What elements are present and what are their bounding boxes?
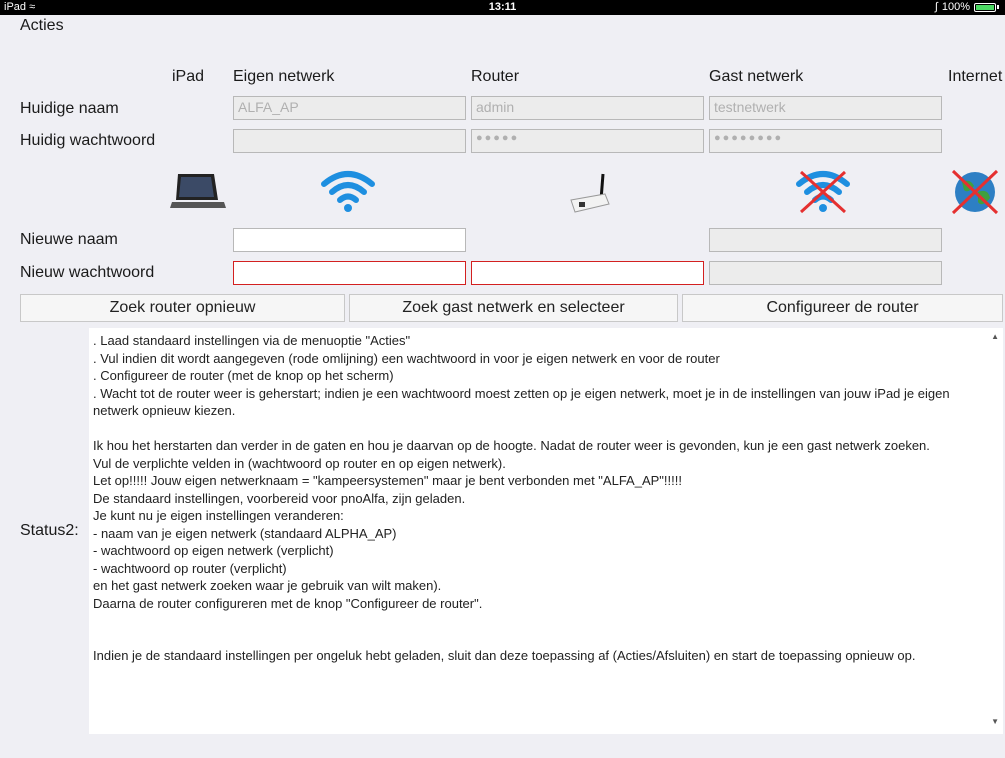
status-line: . Laad standaard instellingen via de men…	[93, 333, 411, 348]
router-wachtwoord-field[interactable]: ●●●●●	[471, 129, 704, 153]
bluetooth-icon: ∫	[934, 1, 938, 13]
gast-netwerk-naam-field[interactable]: testnetwerk	[709, 96, 942, 120]
router-icon	[565, 170, 619, 221]
status-line: Daarna de router configureren met de kno…	[93, 595, 483, 611]
battery-percentage: 100%	[941, 1, 970, 13]
status-line: - naam van je eigen netwerk (standaard A…	[93, 525, 397, 541]
eigen-netwerk-naam-field[interactable]: ALFA_AP	[233, 96, 466, 120]
status-line: . Wacht tot de router weer is geherstart…	[93, 385, 950, 419]
status-line	[93, 420, 979, 438]
status-textarea[interactable]: . Laad standaard instellingen via de men…	[89, 328, 1003, 734]
column-ipad: iPad	[172, 68, 205, 85]
status-line: . Configureer de router (met de knop op …	[93, 368, 394, 383]
status-line: Indien je de standaard instellingen per …	[93, 648, 916, 663]
router-naam-field[interactable]: admin	[471, 96, 704, 120]
label-nieuwe-naam: Nieuwe naam	[20, 231, 118, 248]
status-line: Je kunt nu je eigen instellingen verande…	[93, 508, 344, 523]
column-eigen-netwerk: Eigen netwerk	[233, 68, 335, 85]
status-line	[93, 630, 979, 648]
status-line: en het gast netwerk zoeken waar je gebru…	[93, 578, 442, 593]
gast-netwerk-wachtwoord-field[interactable]: ●●●●●●●●	[709, 129, 942, 153]
globe-disabled-icon	[950, 168, 1000, 221]
menu-acties[interactable]: Acties	[20, 17, 64, 35]
ipad-icon	[168, 170, 228, 215]
status-line: De standaard instellingen, voorbereid vo…	[93, 490, 466, 506]
column-internet: Internet	[948, 68, 1003, 85]
eigen-netwerk-nieuwe-naam-input[interactable]	[233, 228, 466, 252]
zoek-router-button[interactable]: Zoek router opnieuw	[20, 294, 345, 322]
label-huidig-wachtwoord: Huidig wachtwoord	[20, 132, 156, 149]
status-line: Vul de verplichte velden in (wachtwoord …	[93, 455, 506, 471]
wifi-disabled-icon	[795, 168, 851, 221]
wifi-icon	[320, 168, 376, 219]
status-line	[93, 612, 979, 630]
column-gast-netwerk: Gast netwerk	[709, 68, 804, 85]
gast-netwerk-nieuwe-naam-input[interactable]	[709, 228, 942, 252]
scroll-up-arrow-icon[interactable]: ▲	[991, 332, 999, 341]
battery-icon	[974, 2, 996, 12]
label-huidige-naam: Huidige naam	[20, 100, 119, 117]
gast-netwerk-nieuw-wachtwoord-input[interactable]	[709, 261, 942, 285]
battery-indicator: ∫ 100%	[935, 1, 999, 13]
status-line: . Vul indien dit wordt aangegeven (rode …	[93, 350, 720, 366]
status-bar: iPad ≈ 13:11 ∫ 100%	[0, 0, 1005, 15]
status-label: Status2:	[20, 522, 79, 539]
status-line: Ik hou het herstarten dan verder in de g…	[93, 438, 930, 453]
scroll-down-arrow-icon[interactable]: ▼	[991, 717, 999, 726]
zoek-gast-netwerk-button[interactable]: Zoek gast netwerk en selecteer	[349, 294, 678, 322]
configureer-router-button[interactable]: Configureer de router	[682, 294, 1003, 322]
eigen-netwerk-wachtwoord-field[interactable]	[233, 129, 466, 153]
label-nieuw-wachtwoord: Nieuw wachtwoord	[20, 264, 155, 281]
status-line: - wachtwoord op eigen netwerk (verplicht…	[93, 543, 334, 558]
clock: 13:11	[488, 1, 517, 13]
router-nieuw-wachtwoord-input[interactable]	[471, 261, 704, 285]
column-router: Router	[471, 68, 520, 85]
status-line: Let op!!!!! Jouw eigen netwerknaam = "ka…	[93, 473, 682, 488]
eigen-netwerk-nieuw-wachtwoord-input[interactable]	[233, 261, 466, 285]
status-line: - wachtwoord op router (verplicht)	[93, 560, 287, 576]
